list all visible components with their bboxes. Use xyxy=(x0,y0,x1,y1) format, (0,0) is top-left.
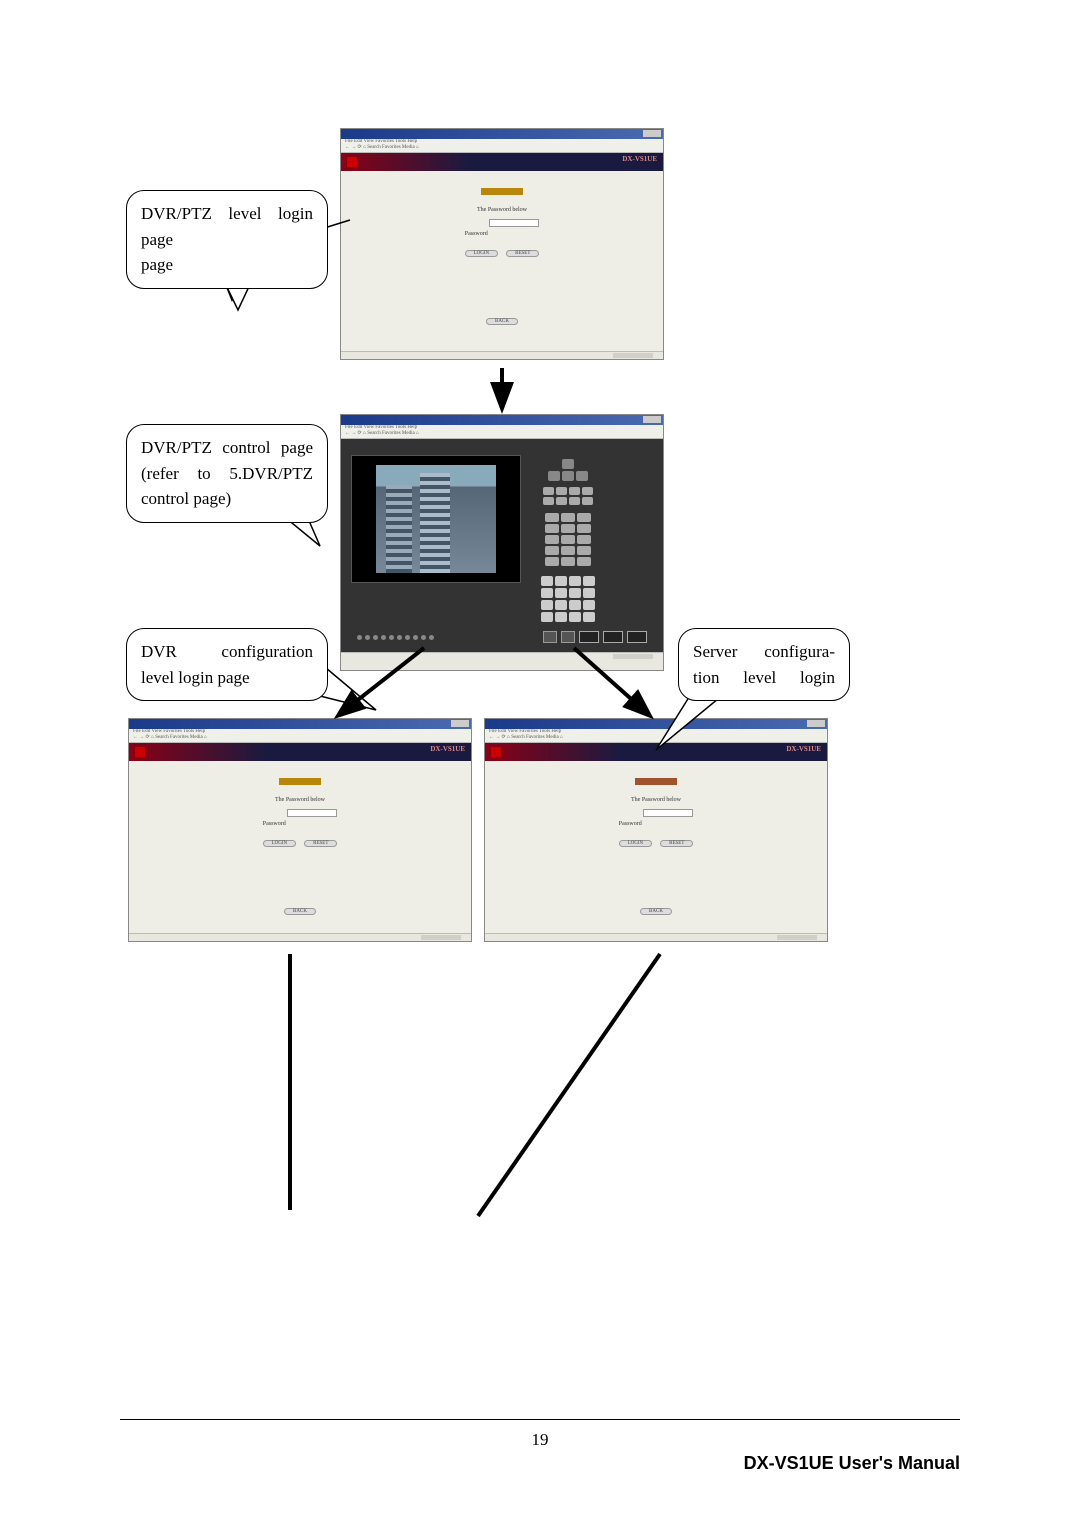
screenshot-dvr-config-login: File Edit View Favorites Tools Help← → ⟳… xyxy=(128,718,472,942)
back-button: BACK xyxy=(486,318,518,325)
ptz-controls xyxy=(533,455,603,622)
login-button: LOGIN xyxy=(619,840,653,847)
callout-text-2: page xyxy=(141,252,313,278)
manual-page: DVR/PTZ level login page page File Edit … xyxy=(0,0,1080,1528)
callout-text: (refer to 5.DVR/PTZ xyxy=(141,461,313,487)
page-body: The Password below Password LOGIN RESET … xyxy=(485,761,827,933)
preset-row xyxy=(533,600,603,610)
manual-title: DX-VS1UE User's Manual xyxy=(744,1453,960,1474)
password-row: Password xyxy=(129,809,471,827)
window-statusbar xyxy=(341,652,663,670)
callout-server-config-login: Server configura- tion level login xyxy=(678,628,850,701)
playback-btn xyxy=(603,631,623,643)
window-toolbar: File Edit View Favorites Tools Help← → ⟳… xyxy=(341,139,663,153)
video-image xyxy=(376,465,496,573)
callout-text: Server configura- xyxy=(693,639,835,665)
window-toolbar: File Edit View Favorites Tools Help← → ⟳… xyxy=(485,729,827,743)
page-header: DX-VS1UE xyxy=(485,743,827,761)
screenshot-server-config-login: File Edit View Favorites Tools Help← → ⟳… xyxy=(484,718,828,942)
callout-text: level login page xyxy=(141,665,313,691)
preset-row xyxy=(533,612,603,622)
callout-dvr-config-login: DVR configuration level login page xyxy=(126,628,328,701)
reset-button: RESET xyxy=(506,250,539,257)
preset-row xyxy=(533,576,603,586)
button-row: LOGIN RESET xyxy=(341,241,663,259)
window-titlebar xyxy=(341,129,663,139)
footer-rule xyxy=(120,1419,960,1420)
playback-btn xyxy=(627,631,647,643)
playback-dots xyxy=(357,635,539,640)
back-row: BACK xyxy=(129,899,471,917)
password-label: The Password below xyxy=(485,797,827,803)
reset-button: RESET xyxy=(304,840,337,847)
password-input xyxy=(287,809,337,817)
login-button: LOGIN xyxy=(263,840,297,847)
ptz-row xyxy=(533,513,603,522)
playback-btn xyxy=(543,631,557,643)
back-row: BACK xyxy=(485,899,827,917)
playback-btn xyxy=(561,631,575,643)
password-row: Password xyxy=(341,219,663,237)
page-number: 19 xyxy=(0,1430,1080,1450)
login-button: LOGIN xyxy=(465,250,499,257)
password-input xyxy=(489,219,539,227)
page-banner xyxy=(279,778,320,785)
callout-text: control page) xyxy=(141,486,313,512)
button-row: LOGIN RESET xyxy=(485,831,827,849)
ptz-row xyxy=(533,535,603,544)
screenshot-dvr-ptz-login: File Edit View Favorites Tools Help← → ⟳… xyxy=(340,128,664,360)
control-body xyxy=(341,439,663,652)
ptz-row xyxy=(533,546,603,555)
window-statusbar xyxy=(129,933,471,941)
password-row: Password xyxy=(485,809,827,827)
playback-btn xyxy=(579,631,599,643)
callout-dvr-ptz-login: DVR/PTZ level login page page xyxy=(126,190,328,289)
button-row: LOGIN RESET xyxy=(129,831,471,849)
window-statusbar xyxy=(341,351,663,359)
password-input xyxy=(643,809,693,817)
window-statusbar xyxy=(485,933,827,941)
window-titlebar xyxy=(341,415,663,425)
callout-text: DVR/PTZ control page xyxy=(141,435,313,461)
ptz-row xyxy=(533,497,603,505)
window-toolbar: File Edit View Favorites Tools Help← → ⟳… xyxy=(341,425,663,439)
password-label: The Password below xyxy=(341,207,663,213)
window-titlebar xyxy=(485,719,827,729)
page-banner xyxy=(635,778,676,785)
callout-text: DVR configuration xyxy=(141,639,313,665)
preset-row xyxy=(533,588,603,598)
reset-button: RESET xyxy=(660,840,693,847)
page-body: The Password below Password LOGIN RESET … xyxy=(129,761,471,933)
ptz-dpad xyxy=(543,459,593,481)
back-row: BACK xyxy=(341,309,663,327)
window-titlebar xyxy=(129,719,471,729)
video-preview xyxy=(351,455,521,583)
control-main xyxy=(351,455,653,622)
back-button: BACK xyxy=(640,908,672,915)
playback-bar xyxy=(351,628,653,646)
ptz-row xyxy=(533,487,603,495)
page-banner xyxy=(481,188,522,195)
page-header: DX-VS1UE xyxy=(341,153,663,171)
screenshot-dvr-ptz-control: File Edit View Favorites Tools Help← → ⟳… xyxy=(340,414,664,671)
page-header: DX-VS1UE xyxy=(129,743,471,761)
callout-text: DVR/PTZ level login page xyxy=(141,201,313,252)
window-toolbar: File Edit View Favorites Tools Help← → ⟳… xyxy=(129,729,471,743)
ptz-row xyxy=(533,524,603,533)
callout-text: tion level login xyxy=(693,665,835,691)
back-button: BACK xyxy=(284,908,316,915)
callout-dvr-ptz-control: DVR/PTZ control page (refer to 5.DVR/PTZ… xyxy=(126,424,328,523)
ptz-row xyxy=(533,557,603,566)
page-body: The Password below Password LOGIN RESET … xyxy=(341,171,663,351)
password-label: The Password below xyxy=(129,797,471,803)
